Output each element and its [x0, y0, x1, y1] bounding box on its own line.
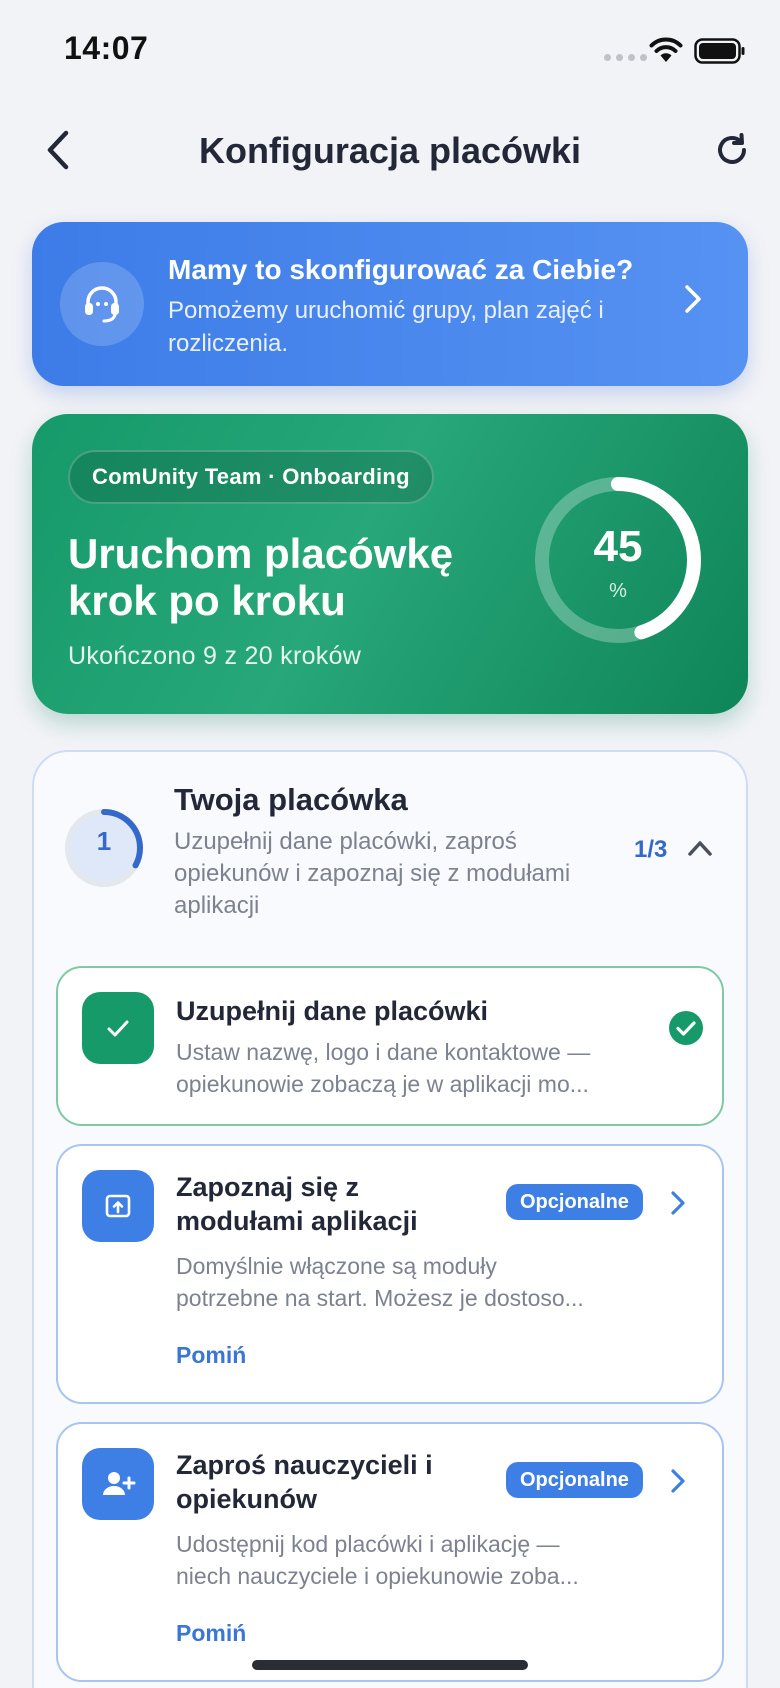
task-description: Ustaw nazwę, logo i dane kontaktowe — op…: [176, 1036, 646, 1100]
completed-check-icon: [669, 1011, 703, 1045]
task-description-line: opiekunowie zobaczą je w aplikacji mo...: [176, 1071, 589, 1097]
task-description-line: niech nauczyciele i opiekunowie zoba...: [176, 1563, 579, 1589]
help-banner[interactable]: Mamy to skonfigurować za Ciebie? Pomożem…: [32, 222, 748, 386]
optional-badge: Opcjonalne: [506, 1184, 643, 1220]
progress-percent-value: 45: [593, 522, 643, 571]
skip-link[interactable]: Pomiń: [176, 1620, 246, 1647]
chevron-right-icon: [685, 285, 701, 313]
steps-completed-text: Ukończono 9 z 20 kroków: [68, 642, 362, 670]
task-title: Uzupełnij dane placówki: [176, 996, 489, 1026]
task-title-line: Zapoznaj się z: [176, 1172, 360, 1202]
page-title: Konfiguracja placówki: [198, 130, 582, 171]
task-description: Udostępnij kod placówki i aplikację — ni…: [176, 1528, 646, 1592]
chevron-right-icon: [671, 1469, 685, 1493]
task-title-line: Zaproś nauczycieli i: [176, 1450, 433, 1480]
check-icon: [82, 992, 154, 1064]
cellular-signal-icon: [604, 54, 647, 61]
home-indicator: [252, 1660, 528, 1670]
nav-header: Konfiguracja placówki: [0, 110, 780, 190]
task-title-line: modułami aplikacji: [176, 1206, 418, 1236]
chevron-right-icon: [671, 1191, 685, 1215]
task-description-line: Domyślnie włączone są moduły: [176, 1253, 497, 1279]
onboarding-progress-card: ComUnity Team · Onboarding Uruchom placó…: [32, 414, 748, 714]
task-card-invite[interactable]: Zaproś nauczycieli i opiekunów Opcjonaln…: [56, 1422, 724, 1682]
skip-link[interactable]: Pomiń: [176, 1342, 246, 1369]
task-title: Zapoznaj się z modułami aplikacji: [176, 1170, 418, 1238]
chevron-up-icon: [688, 841, 712, 856]
team-chip: ComUnity Team · Onboarding: [68, 450, 434, 504]
task-card-facility-data[interactable]: Uzupełnij dane placówki Ustaw nazwę, log…: [56, 966, 724, 1126]
status-bar: 14:07: [0, 0, 780, 100]
section-progress-text: 1/3: [634, 836, 668, 863]
task-description-line: Udostępnij kod placówki i aplikację —: [176, 1531, 560, 1557]
wifi-icon: [649, 37, 683, 62]
section-description: Uzupełnij dane placówki, zaproś opiekunó…: [174, 828, 571, 919]
task-description-line: potrzebne na start. Możesz je dostoso...: [176, 1285, 584, 1311]
task-card-modules[interactable]: Zapoznaj się z modułami aplikacji Opcjon…: [56, 1144, 724, 1404]
progress-percent-unit: %: [609, 580, 627, 602]
add-user-icon: [82, 1448, 154, 1520]
task-description: Domyślnie włączone są moduły potrzebne n…: [176, 1250, 646, 1314]
help-banner-subtitle: Pomożemy uruchomić grupy, plan zajęć i r…: [168, 297, 604, 357]
battery-icon: [694, 38, 745, 64]
task-description-line: Ustaw nazwę, logo i dane kontaktowe —: [176, 1039, 591, 1065]
help-banner-title: Mamy to skonfigurować za Ciebie?: [168, 254, 634, 285]
collapse-button[interactable]: [682, 830, 718, 866]
status-time: 14:07: [64, 30, 149, 66]
section-card: 1 Twoja placówka Uzupełnij dane placówki…: [32, 750, 748, 1688]
section-number: 1: [96, 826, 112, 856]
optional-badge: Opcjonalne: [506, 1462, 643, 1498]
task-title-line: opiekunów: [176, 1484, 317, 1514]
modules-icon: [82, 1170, 154, 1242]
hero-title: Uruchom placówkę krok po kroku: [68, 530, 454, 624]
headset-icon: [60, 262, 144, 346]
refresh-button[interactable]: [710, 128, 754, 172]
task-title: Zaproś nauczycieli i opiekunów: [176, 1448, 433, 1516]
section-title: Twoja placówka: [174, 782, 408, 817]
refresh-icon: [718, 133, 746, 164]
